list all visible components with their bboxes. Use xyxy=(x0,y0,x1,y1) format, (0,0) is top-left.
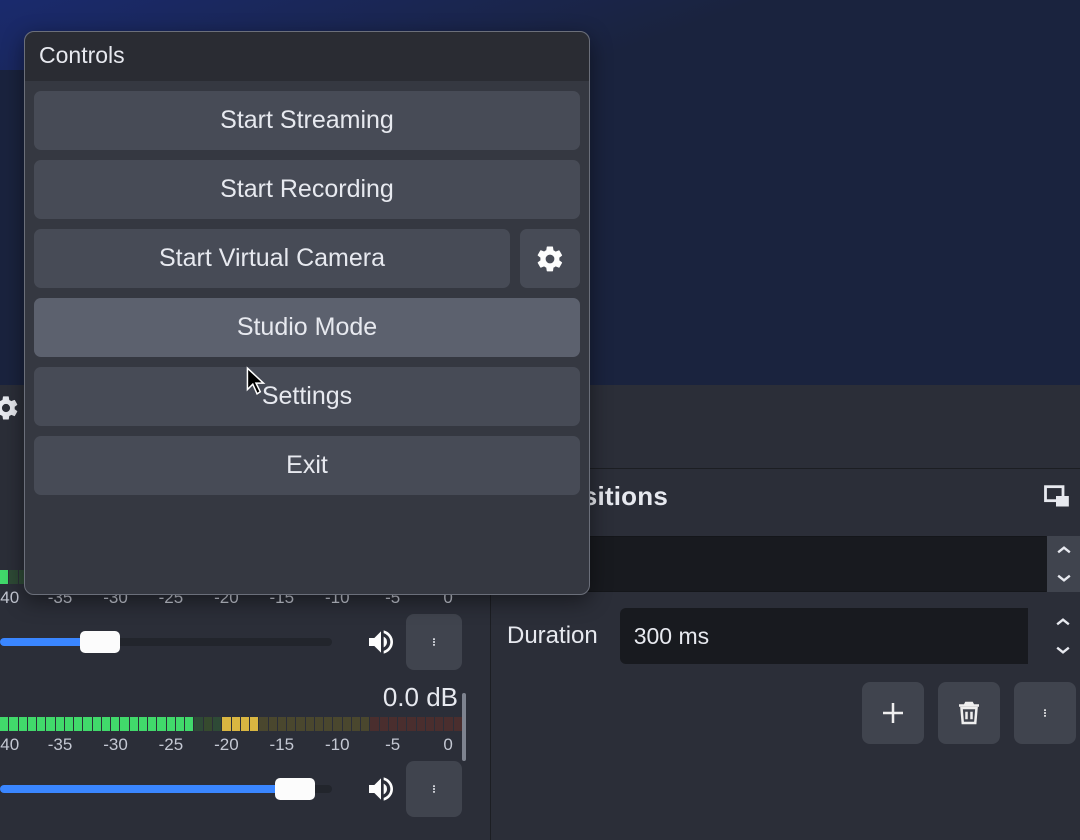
duration-input[interactable]: 300 ms xyxy=(620,608,1028,664)
start-virtual-camera-button[interactable]: Start Virtual Camera xyxy=(34,229,510,288)
channel-2-options-button[interactable] xyxy=(406,761,462,817)
mute-button-2[interactable] xyxy=(362,770,400,808)
scale-tick: -25 xyxy=(159,735,184,755)
scale-tick: -40 xyxy=(0,735,19,755)
scale-tick: -10 xyxy=(325,735,350,755)
transition-options-button[interactable] xyxy=(1014,682,1076,744)
chevron-down-icon[interactable] xyxy=(1046,636,1080,664)
delete-transition-button[interactable] xyxy=(938,682,1000,744)
scale-tick: -40 xyxy=(0,588,19,608)
scale-tick: -20 xyxy=(214,735,239,755)
duration-spinners[interactable] xyxy=(1046,608,1080,664)
volume-slider-2[interactable] xyxy=(0,785,332,793)
scale-tick: 0 xyxy=(443,735,452,755)
chevron-up-icon[interactable] xyxy=(1047,536,1080,564)
start-streaming-button[interactable]: Start Streaming xyxy=(34,91,580,150)
controls-popup-title: Controls xyxy=(25,32,589,81)
channel-2-db-label: 0.0 dB xyxy=(0,682,470,713)
settings-button[interactable]: Settings xyxy=(34,367,580,426)
mixer-scrollbar[interactable] xyxy=(462,693,466,761)
chevron-up-icon[interactable] xyxy=(1046,608,1080,636)
studio-mode-button[interactable]: Studio Mode xyxy=(34,298,580,357)
transition-select-spinners[interactable] xyxy=(1046,536,1080,592)
chevron-down-icon[interactable] xyxy=(1047,564,1080,592)
audio-meter-2: -40 -35 -30 -25 -20 -15 -10 -5 0 xyxy=(0,717,470,811)
scale-tick: -30 xyxy=(103,735,128,755)
virtual-camera-settings-button[interactable] xyxy=(520,229,580,288)
mute-button-1[interactable] xyxy=(362,623,400,661)
popout-icon[interactable] xyxy=(1042,482,1072,512)
exit-button[interactable]: Exit xyxy=(34,436,580,495)
audio-scale-2: -40 -35 -30 -25 -20 -15 -10 -5 0 xyxy=(0,735,462,759)
volume-slider-1[interactable] xyxy=(0,638,332,646)
scale-tick: -15 xyxy=(270,735,295,755)
duration-label: Duration xyxy=(507,622,598,650)
scale-tick: -35 xyxy=(48,735,73,755)
start-recording-button[interactable]: Start Recording xyxy=(34,160,580,219)
add-transition-button[interactable] xyxy=(862,682,924,744)
controls-popup: Controls Start Streaming Start Recording… xyxy=(24,31,590,595)
scale-tick: -5 xyxy=(385,735,400,755)
background-gear-icon xyxy=(0,394,20,424)
channel-1-options-button[interactable] xyxy=(406,614,462,670)
